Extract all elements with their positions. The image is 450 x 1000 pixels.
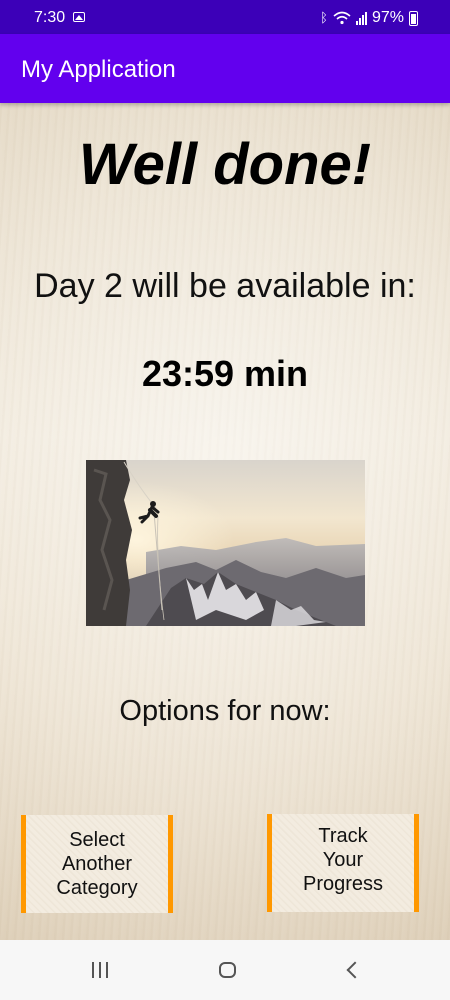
- bluetooth-icon: ᛒ: [320, 10, 328, 25]
- recents-icon: [92, 962, 108, 978]
- track-your-progress-label: Track Your Progress: [283, 824, 403, 896]
- availability-text: Day 2 will be available in:: [34, 267, 416, 305]
- label-line: Select: [69, 829, 125, 851]
- select-another-category-button[interactable]: Select Another Category: [21, 815, 173, 913]
- track-your-progress-button[interactable]: Track Your Progress: [267, 814, 419, 912]
- battery-percent: 97%: [371, 9, 404, 26]
- label-line: Track: [318, 825, 368, 847]
- label-line: Another: [61, 853, 133, 875]
- navigation-bar: [0, 940, 450, 1000]
- back-button[interactable]: [332, 954, 372, 986]
- label-line: Your: [322, 849, 364, 871]
- home-icon: [218, 962, 236, 978]
- status-icons: ᛒ 97%: [320, 9, 418, 27]
- wifi-icon: [333, 11, 351, 25]
- signal-icon: [355, 11, 367, 25]
- label-line: Category: [56, 877, 138, 899]
- climber-photo: [86, 460, 365, 626]
- gallery-icon: [73, 12, 85, 22]
- countdown-timer: 23:59 min: [141, 353, 309, 394]
- status-bar: 7:30 ᛒ 97%: [0, 0, 450, 34]
- back-icon: [346, 961, 364, 979]
- app-title: My Application: [21, 56, 176, 83]
- options-label: Options for now:: [119, 695, 331, 727]
- recents-button[interactable]: [80, 954, 120, 986]
- label-line: Progress: [302, 873, 384, 895]
- page-heading: Well done!: [78, 132, 372, 197]
- select-another-category-label: Select Another Category: [37, 828, 157, 900]
- status-time: 7:30: [34, 9, 66, 26]
- main-content: Well done! Day 2 will be available in: 2…: [0, 103, 450, 940]
- home-button[interactable]: [207, 954, 247, 986]
- app-bar: My Application: [0, 34, 450, 103]
- screen: 7:30 ᛒ 97% My Application Well done! Day…: [0, 0, 450, 1000]
- battery-icon: [409, 10, 418, 26]
